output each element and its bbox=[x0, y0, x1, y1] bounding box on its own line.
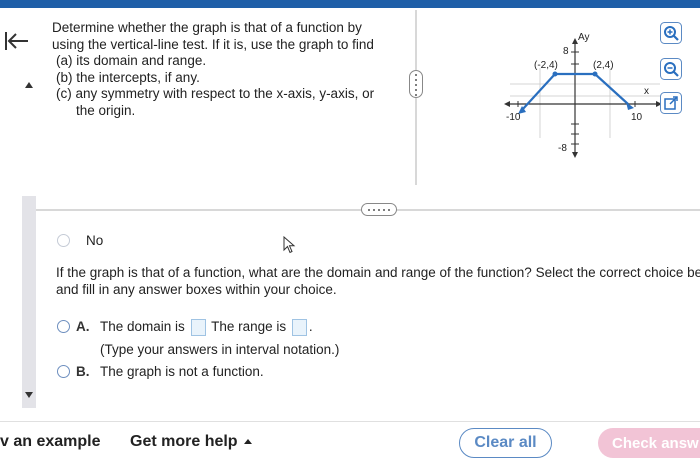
clear-all-button[interactable]: Clear all bbox=[459, 428, 552, 458]
back-arrow-icon[interactable] bbox=[4, 30, 30, 52]
prompt-line-2: and fill in any answer boxes within your… bbox=[56, 281, 337, 297]
point-label-right: (2,4) bbox=[593, 60, 614, 71]
x-tick-neg-10: -10 bbox=[506, 112, 521, 123]
domain-answer-box[interactable] bbox=[190, 319, 206, 336]
scrollbar-thumb[interactable] bbox=[22, 196, 36, 408]
previous-answer-radio[interactable] bbox=[57, 234, 70, 247]
question-text: Determine whether the graph is that of a… bbox=[52, 20, 382, 119]
point-label-left: (-2,4) bbox=[534, 60, 558, 71]
question-item-a: (a) its domain and range. bbox=[56, 53, 207, 68]
view-example-link[interactable]: v an example bbox=[0, 433, 101, 451]
mouse-cursor-icon bbox=[283, 236, 296, 254]
choice-b-text: The graph is not a function. bbox=[100, 364, 264, 379]
question-intro: Determine whether the graph is that of a… bbox=[52, 20, 374, 52]
question-item-c: (c) any symmetry with respect to the x-a… bbox=[56, 86, 375, 101]
choice-a-text: The domain is The range is . bbox=[100, 319, 313, 336]
zoom-in-icon[interactable] bbox=[660, 22, 682, 44]
range-answer-box[interactable] bbox=[291, 319, 307, 336]
choice-a-period: . bbox=[308, 319, 313, 335]
question-item-c-cont: the origin. bbox=[76, 102, 136, 118]
y-tick-neg-8: -8 bbox=[558, 143, 567, 154]
panel-resize-handle[interactable] bbox=[409, 70, 423, 98]
check-answer-button[interactable]: Check answ bbox=[598, 428, 700, 458]
question-prompt: If the graph is that of a function, what… bbox=[56, 265, 700, 298]
scroll-up-icon[interactable] bbox=[25, 82, 33, 88]
y-axis-label: Ay bbox=[578, 32, 590, 43]
prompt-line-1: If the graph is that of a function, what… bbox=[56, 265, 700, 280]
x-tick-10: 10 bbox=[631, 112, 643, 123]
section-resize-handle[interactable] bbox=[361, 203, 397, 216]
zoom-out-icon[interactable] bbox=[660, 58, 682, 80]
top-bar bbox=[0, 0, 700, 8]
choice-a-hint: (Type your answers in interval notation.… bbox=[100, 342, 340, 357]
function-graph: Ay x 8 -8 -10 10 (-2,4) (2,4) bbox=[504, 32, 662, 158]
footer-divider bbox=[0, 421, 700, 422]
scroll-down-icon[interactable] bbox=[25, 392, 33, 398]
x-axis-label: x bbox=[644, 86, 649, 97]
choice-a-radio[interactable] bbox=[57, 320, 70, 333]
caret-up-icon bbox=[243, 439, 252, 445]
y-tick-8: 8 bbox=[563, 46, 569, 57]
previous-answer-label: No bbox=[86, 233, 104, 248]
get-more-help-button[interactable]: Get more help bbox=[130, 433, 252, 451]
choice-b-letter: B. bbox=[76, 364, 90, 379]
get-more-help-label: Get more help bbox=[130, 433, 238, 450]
choice-a-letter: A. bbox=[76, 319, 90, 334]
choice-b-radio[interactable] bbox=[57, 365, 70, 378]
choice-a-domain-label: The domain is bbox=[100, 319, 185, 335]
choice-a-range-label: The range is bbox=[211, 319, 287, 335]
open-external-icon[interactable] bbox=[660, 92, 682, 114]
question-item-b: (b) the intercepts, if any. bbox=[56, 69, 200, 85]
